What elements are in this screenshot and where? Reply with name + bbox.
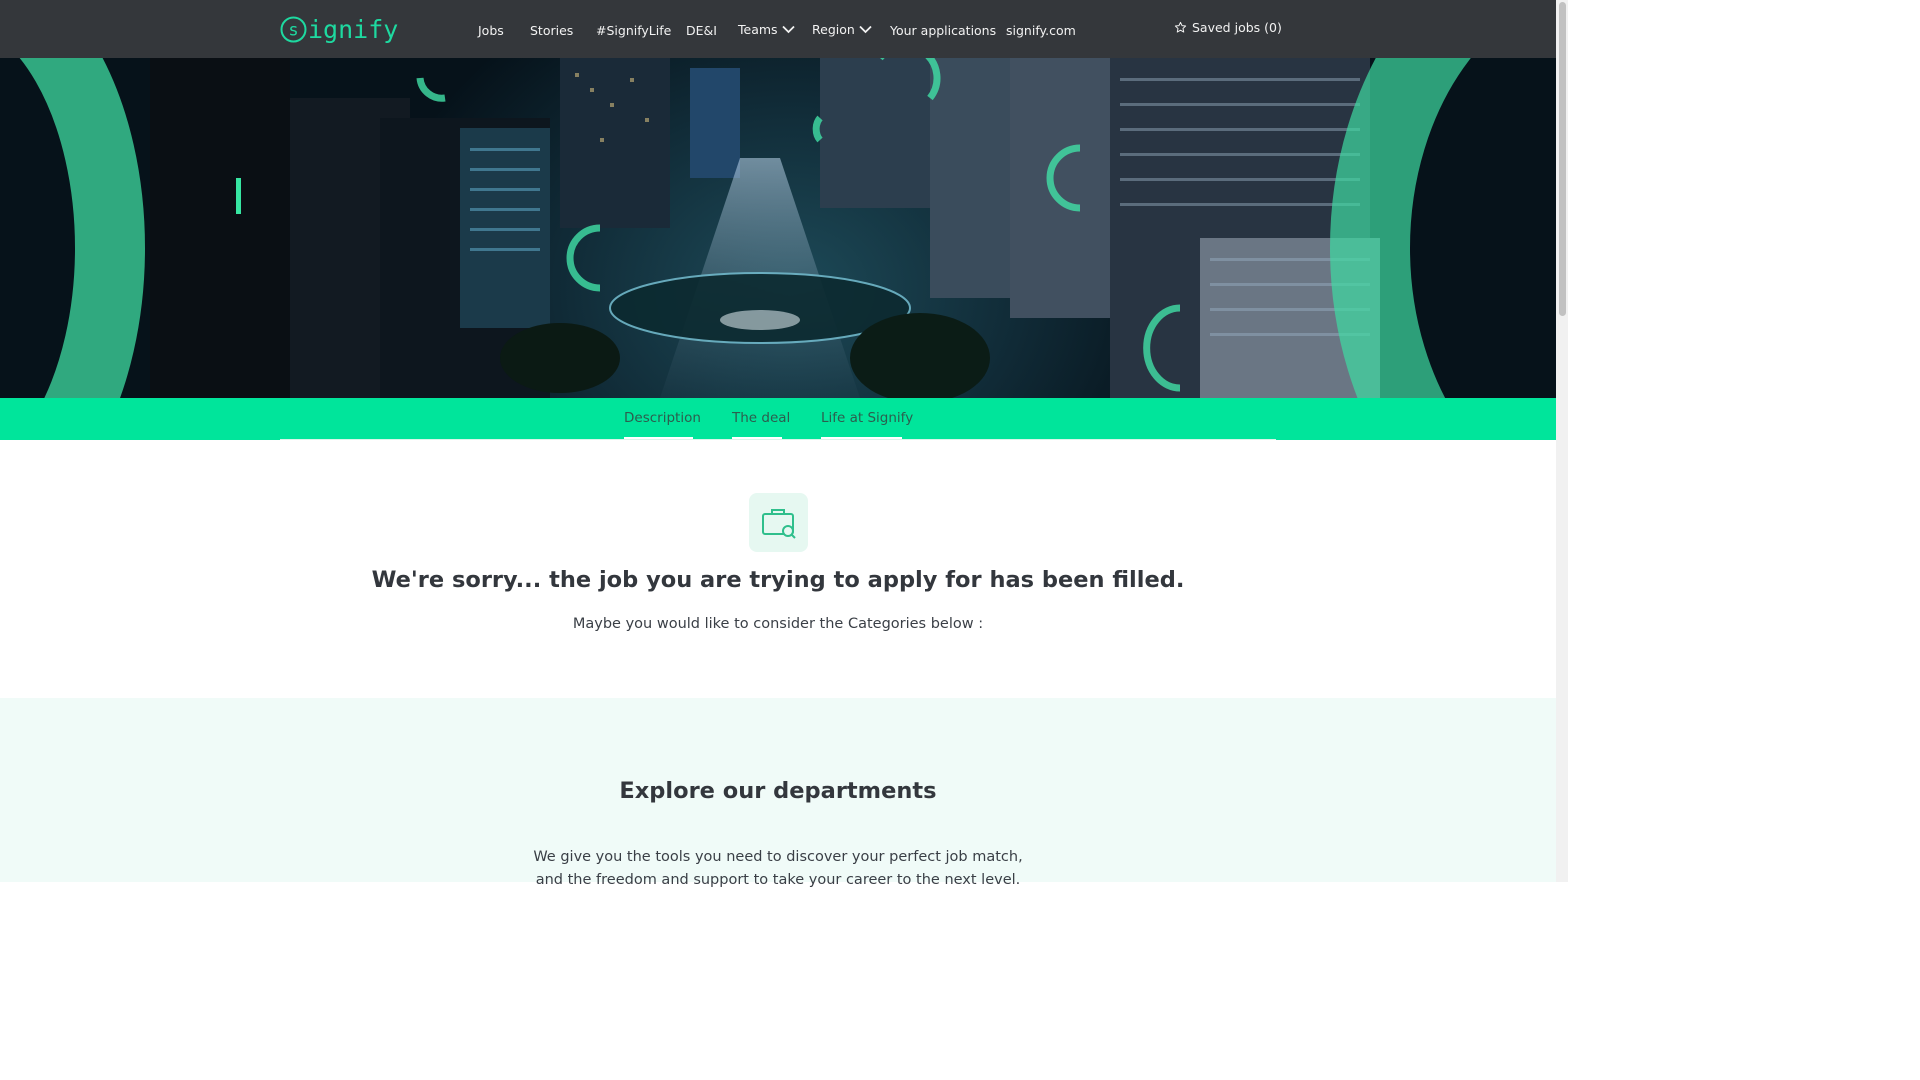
signify-logo[interactable]: s ignify: [280, 13, 398, 45]
nav-jobs-label: Jobs: [478, 22, 504, 38]
nav-signify-com-label: signify.com: [1006, 22, 1076, 38]
job-filled-subtitle: Maybe you would like to consider the Cat…: [572, 616, 984, 632]
nav-teams-label: Teams: [738, 21, 778, 37]
nav-teams-dropdown[interactable]: Teams: [738, 19, 795, 39]
saved-jobs-label: Saved jobs (0): [1192, 20, 1282, 35]
notice-icon-box: [749, 493, 808, 552]
nav-signifylife-label: #SignifyLife: [596, 22, 672, 38]
tab-the-deal[interactable]: The deal: [732, 410, 790, 426]
nav-stories[interactable]: Stories: [530, 20, 573, 40]
tab-life-at-signify[interactable]: Life at Signify: [821, 410, 913, 426]
hero-cityscape-illustration: [19, 58, 1471, 398]
svg-text:s: s: [288, 20, 298, 40]
job-tabs-bar: Description The deal Life at Signify: [0, 398, 1556, 440]
nav-dei[interactable]: DE&I: [686, 20, 717, 40]
nav-stories-label: Stories: [530, 22, 574, 38]
nav-region-dropdown[interactable]: Region: [812, 19, 872, 39]
nav-your-applications-label: Your applications: [890, 22, 997, 38]
tabs-divider: [280, 439, 1276, 440]
nav-jobs[interactable]: Jobs: [478, 20, 504, 40]
nav-dei-label: DE&I: [686, 22, 717, 38]
nav-signifylife[interactable]: #SignifyLife: [596, 20, 671, 40]
page-scrollbar-thumb[interactable]: [1559, 2, 1566, 316]
briefcase-search-icon: [761, 508, 796, 539]
nav-signify-com[interactable]: signify.com: [1006, 20, 1076, 40]
explore-description: We give you the tools you need to discov…: [533, 849, 1023, 888]
chevron-down-icon: [781, 25, 795, 33]
job-filled-heading: We're sorry... the job you are trying to…: [371, 567, 1185, 593]
top-navigation-bar: s ignify Jobs Stories #SignifyLife DE&I …: [0, 0, 1556, 58]
hero-banner-image: [0, 58, 1556, 398]
nav-region-label: Region: [812, 21, 855, 37]
tab-description[interactable]: Description: [624, 410, 701, 426]
explore-departments-section: Explore our departments We give you the …: [0, 698, 1556, 888]
signify-logo-icon: s: [280, 16, 307, 42]
logo-wordmark: ignify: [308, 14, 399, 44]
saved-jobs-link[interactable]: Saved jobs (0): [1174, 20, 1282, 35]
star-outline-icon: [1174, 21, 1187, 33]
nav-your-applications[interactable]: Your applications: [890, 20, 996, 40]
chevron-down-icon: [859, 25, 872, 33]
explore-heading: Explore our departments: [619, 778, 937, 804]
